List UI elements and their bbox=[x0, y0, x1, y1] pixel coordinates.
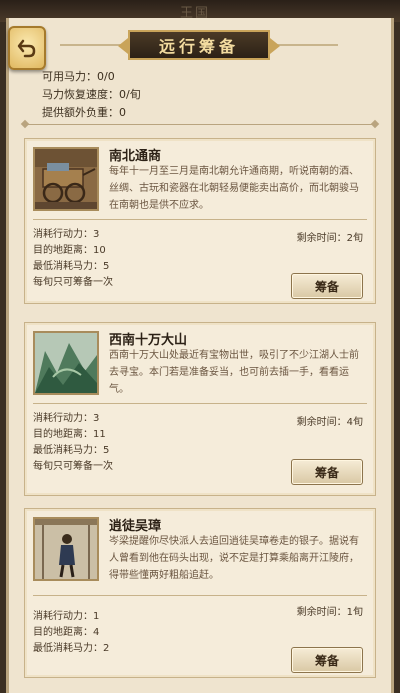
prepare-button[interactable]: 筹备 bbox=[291, 647, 363, 673]
time-left: 剩余时间：1旬 bbox=[296, 607, 363, 618]
limit-note: 每旬只可筹备一次 bbox=[33, 277, 113, 288]
prepare-button[interactable]: 筹备 bbox=[291, 273, 363, 299]
expedition-card: 逍徒吴璋 岑梁提醒你尽快派人去追回逍徒吴璋卷走的银子。据说有人曾看到他在码头出现… bbox=[24, 508, 376, 678]
expedition-title: 南北通商 bbox=[109, 149, 162, 164]
expedition-thumbnail-cart bbox=[33, 147, 99, 211]
expedition-card: 西南十万大山 西南十万大山处最近有宝物出世，吸引了不少江湖人士前去寻宝。本门若是… bbox=[24, 322, 376, 496]
expedition-description: 每年十一月至三月是南北朝允许通商期，听说南朝的酒、丝绸、古玩和瓷器在北朝轻易便能… bbox=[109, 166, 359, 211]
stat-horse-available: 可用马力：0/0 bbox=[42, 70, 115, 83]
action-cost: 消耗行动力：3 bbox=[33, 413, 100, 424]
action-cost: 消耗行动力：1 bbox=[33, 611, 100, 622]
expedition-meta: 消耗行动力：3 目的地距离：11 最低消耗马力：5 每旬只可筹备一次 bbox=[33, 411, 113, 475]
card-rule bbox=[33, 595, 367, 596]
stat-extra-load: 提供额外负重：0 bbox=[42, 106, 126, 119]
page-title: 远行筹备 bbox=[158, 37, 239, 56]
section-divider bbox=[26, 124, 374, 125]
min-horse: 最低消耗马力：5 bbox=[33, 445, 110, 456]
expedition-meta: 消耗行动力：3 目的地距离：10 最低消耗马力：5 每旬只可筹备一次 bbox=[33, 227, 113, 291]
expedition-meta: 消耗行动力：1 目的地距离：4 最低消耗马力：2 bbox=[33, 609, 109, 657]
card-rule bbox=[33, 403, 367, 404]
distance: 目的地距离：10 bbox=[33, 245, 106, 256]
back-arrow-icon bbox=[17, 39, 36, 58]
expedition-thumbnail-fugitive bbox=[33, 517, 99, 581]
min-horse: 最低消耗马力：5 bbox=[33, 261, 110, 272]
card-rule bbox=[33, 219, 367, 220]
distance: 目的地距离：11 bbox=[33, 429, 106, 440]
expedition-description: 岑梁提醒你尽快派人去追回逍徒吴璋卷走的银子。据说有人曾看到他在码头出现，说不定是… bbox=[109, 536, 359, 581]
title-banner: 远行筹备 bbox=[118, 30, 280, 60]
stat-horse-recovery: 马力恢复速度：0/旬 bbox=[42, 88, 141, 101]
time-left: 剩余时间：2旬 bbox=[296, 233, 363, 244]
distance: 目的地距离：4 bbox=[33, 627, 100, 638]
prepare-button[interactable]: 筹备 bbox=[291, 459, 363, 485]
action-cost: 消耗行动力：3 bbox=[33, 229, 100, 240]
expedition-thumbnail-mountain bbox=[33, 331, 99, 395]
stats-block: 可用马力：0/0 马力恢复速度：0/旬 提供额外负重：0 bbox=[42, 68, 141, 122]
expedition-title: 西南十万大山 bbox=[109, 333, 188, 348]
time-left: 剩余时间：4旬 bbox=[296, 417, 363, 428]
expedition-card: 南北通商 每年十一月至三月是南北朝允许通商期，听说南朝的酒、丝绸、古玩和瓷器在北… bbox=[24, 138, 376, 304]
min-horse: 最低消耗马力：2 bbox=[33, 643, 110, 654]
back-button[interactable] bbox=[8, 26, 46, 70]
limit-note: 每旬只可筹备一次 bbox=[33, 461, 113, 472]
expedition-title: 逍徒吴璋 bbox=[109, 519, 162, 534]
expedition-description: 西南十万大山处最近有宝物出世，吸引了不少江湖人士前去寻宝。本门若是准备妥当，也可… bbox=[109, 350, 359, 395]
